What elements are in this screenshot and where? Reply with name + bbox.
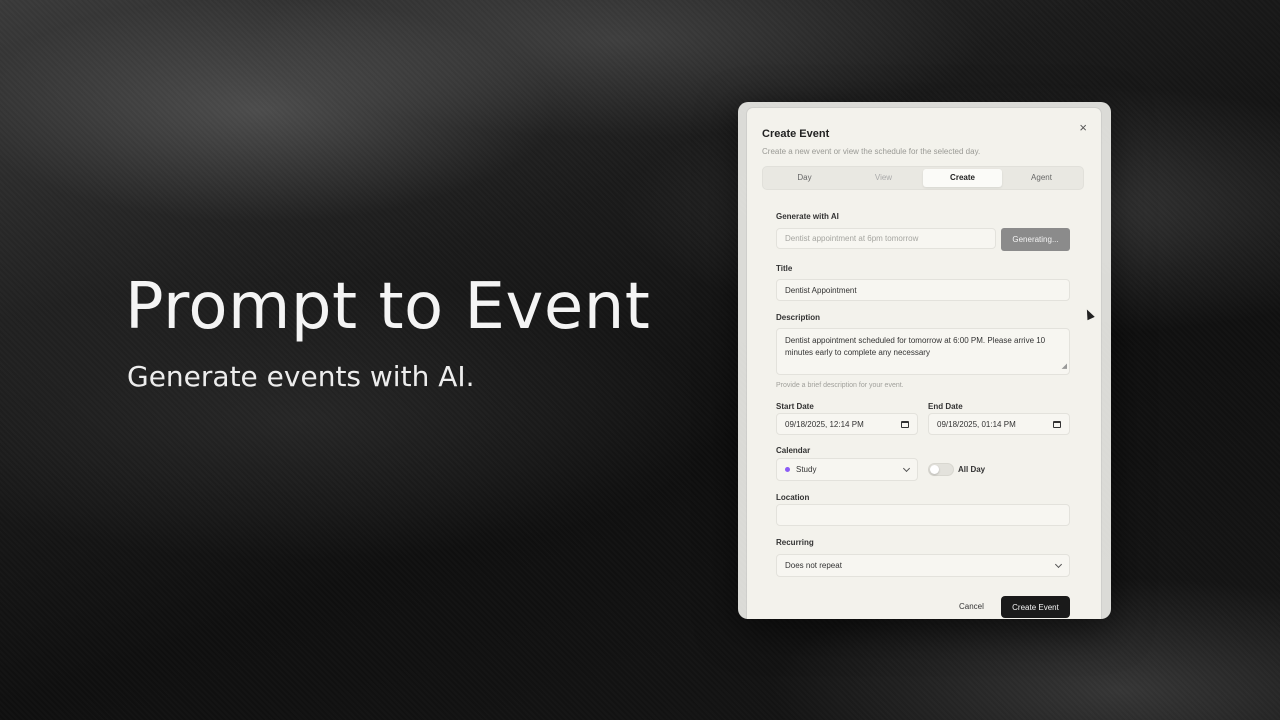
cancel-button[interactable]: Cancel [959,602,984,611]
calendar-icon[interactable] [1053,420,1061,428]
start-date-value: 09/18/2025, 12:14 PM [785,419,864,429]
calendar-icon[interactable] [901,420,909,428]
recurring-value: Does not repeat [785,561,842,570]
recurring-select[interactable]: Does not repeat [776,554,1070,577]
calendar-label: Calendar [776,446,811,455]
dialog-description: Create a new event or view the schedule … [762,147,981,156]
title-value: Dentist Appointment [785,285,857,295]
tab-agent[interactable]: Agent [1002,169,1081,187]
chevron-down-icon [1054,560,1063,568]
resize-handle-icon[interactable]: ◢ [1062,361,1067,373]
location-input[interactable] [776,504,1070,526]
ai-prompt-input[interactable]: Dentist appointment at 6pm tomorrow [776,228,996,249]
app-window-frame: × Create Event Create a new event or vie… [738,102,1111,619]
create-event-dialog: × Create Event Create a new event or vie… [747,108,1101,619]
description-label: Description [776,313,821,322]
toggle-knob [930,465,939,474]
all-day-toggle[interactable] [928,463,954,476]
title-label: Title [776,264,793,273]
chevron-down-icon [902,464,911,472]
description-value: Dentist appointment scheduled for tomorr… [785,336,1046,357]
tab-bar: Day View Create Agent [762,166,1084,190]
description-textarea[interactable]: Dentist appointment scheduled for tomorr… [776,328,1070,375]
start-date-input[interactable]: 09/18/2025, 12:14 PM [776,413,918,435]
dialog-title: Create Event [762,128,830,140]
calendar-value: Study [796,465,817,474]
all-day-label: All Day [958,465,986,474]
end-date-label: End Date [928,402,963,411]
close-icon[interactable]: × [1079,120,1087,135]
hero-title: Prompt to Event [125,270,651,344]
end-date-input[interactable]: 09/18/2025, 01:14 PM [928,413,1070,435]
hero-subtitle: Generate events with AI. [127,360,475,393]
generate-button[interactable]: Generating... [1001,228,1070,251]
calendar-color-dot [785,467,790,472]
title-input[interactable]: Dentist Appointment [776,279,1070,301]
recurring-label: Recurring [776,538,814,547]
tab-view[interactable]: View [844,169,923,187]
end-date-value: 09/18/2025, 01:14 PM [937,419,1016,429]
start-date-label: Start Date [776,402,814,411]
description-help: Provide a brief description for your eve… [776,382,904,389]
location-label: Location [776,493,810,502]
create-event-button[interactable]: Create Event [1001,596,1070,618]
tab-create[interactable]: Create [923,169,1002,187]
ai-label: Generate with AI [776,212,839,221]
calendar-select[interactable]: Study [776,458,918,481]
tab-day[interactable]: Day [765,169,844,187]
ai-prompt-placeholder: Dentist appointment at 6pm tomorrow [785,234,919,243]
